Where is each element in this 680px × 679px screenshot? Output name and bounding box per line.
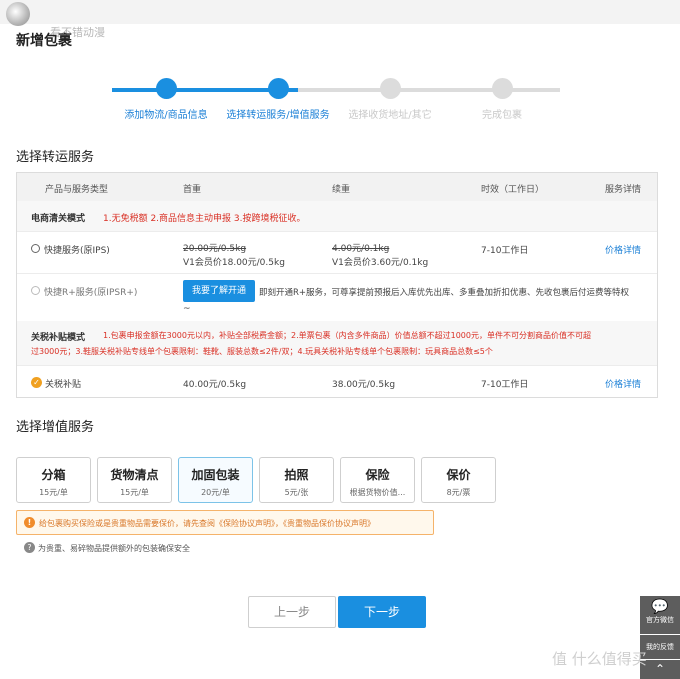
price-detail-link-tariff[interactable]: 价格详情 bbox=[605, 377, 641, 390]
checked-icon[interactable]: ✓ bbox=[31, 377, 42, 388]
service-name-tariff: 关税补贴 bbox=[45, 380, 82, 390]
time-tariff: 7-10工作日 bbox=[481, 380, 529, 390]
step-progress: 添加物流/商品信息 选择转运服务/增值服务 选择收货地址/其它 完成包裹 bbox=[112, 76, 560, 121]
card-price: 15元/单 bbox=[39, 488, 68, 497]
card-name: 拍照 bbox=[284, 468, 309, 482]
card-name: 保价 bbox=[446, 468, 471, 482]
top-bar bbox=[0, 0, 680, 24]
step-1-dot bbox=[156, 78, 177, 99]
mode-tariff-desc-2: 过3000元；3.鞋服关税补贴专线单个包裹限制：鞋靴、服装总数≤2件/双；4.玩… bbox=[31, 347, 493, 356]
question-icon: ? bbox=[24, 542, 35, 553]
card-price: 5元/张 bbox=[284, 488, 309, 497]
cont-price-ips: 4.00元/0.1kg bbox=[332, 244, 390, 254]
mode-ecommerce-name: 电商清关模式 bbox=[31, 214, 86, 224]
mode-ecommerce: 电商清关模式 1.无免税额 2.商品信息主动申报 3.按跨境税征收。 bbox=[17, 201, 657, 231]
warning-icon: ! bbox=[24, 517, 35, 528]
col-header-first: 首重 bbox=[183, 185, 202, 195]
step-4-dot bbox=[492, 78, 513, 99]
step-4-label: 完成包裹 bbox=[482, 110, 522, 121]
site-watermark: 值 什么值得买 bbox=[552, 650, 647, 668]
card-price: 20元/单 bbox=[201, 488, 230, 497]
service-name-ips: 快捷服务(原IPS) bbox=[44, 246, 110, 256]
service-row-ips[interactable]: 快捷服务(原IPS) 20.00元/0.5kg V1会员价18.00元/0.5k… bbox=[17, 231, 657, 273]
mode-tariff-desc-1: 1.包裹申报金额在3000元以内，补贴全部税费金额；2.单票包裹（内含多件商品）… bbox=[103, 331, 591, 340]
mode-tariff: 关税补贴模式 1.包裹申报金额在3000元以内，补贴全部税费金额；2.单票包裹（… bbox=[17, 321, 657, 365]
mode-tariff-name: 关税补贴模式 bbox=[31, 333, 86, 343]
card-count-goods[interactable]: 货物清点 15元/单 bbox=[97, 457, 172, 503]
cont-price-tariff: 38.00元/0.5kg bbox=[332, 380, 396, 390]
transport-table: 产品与服务类型 首重 续重 时效（工作日） 服务详情 电商清关模式 1.无免税额… bbox=[16, 172, 658, 398]
col-header-cont: 续重 bbox=[332, 185, 351, 195]
card-price: 15元/单 bbox=[120, 488, 149, 497]
card-value-protect[interactable]: 保价 8元/票 bbox=[421, 457, 496, 503]
transport-section-title: 选择转运服务 bbox=[16, 150, 95, 165]
step-line-done bbox=[112, 88, 278, 92]
page-title: 新增包裹 bbox=[16, 33, 72, 49]
card-insurance[interactable]: 保险 根据货物价值... bbox=[340, 457, 415, 503]
insurance-notice: ! 给包裹购买保险或是贵重物品需要保价，请先查阅《保险协议声明》，《贵重物品保价… bbox=[16, 510, 434, 535]
col-header-type: 产品与服务类型 bbox=[45, 185, 109, 195]
service-row-tariff[interactable]: ✓ 关税补贴 40.00元/0.5kg 38.00元/0.5kg 7-10工作日… bbox=[17, 365, 657, 398]
step-2-dot bbox=[268, 78, 289, 99]
table-header: 产品与服务类型 首重 续重 时效（工作日） 服务详情 bbox=[17, 173, 657, 201]
card-photo[interactable]: 拍照 5元/张 bbox=[259, 457, 334, 503]
card-name: 货物清点 bbox=[110, 468, 159, 482]
learn-open-button[interactable]: 我要了解开通 bbox=[183, 280, 255, 302]
time-ips: 7-10工作日 bbox=[481, 246, 529, 256]
first-price-tariff: 40.00元/0.5kg bbox=[183, 380, 247, 390]
col-header-detail: 服务详情 bbox=[605, 185, 642, 195]
card-price: 8元/票 bbox=[446, 488, 471, 497]
value-added-section-title: 选择增值服务 bbox=[16, 420, 95, 435]
cont-vip-ips: V1会员价3.60元/0.1kg bbox=[332, 258, 429, 268]
service-name-ipsr: 快捷R+服务(原IPSR+) bbox=[44, 288, 138, 298]
site-logo-icon bbox=[6, 2, 30, 26]
step-3-dot bbox=[380, 78, 401, 99]
wechat-icon: 💬 bbox=[651, 599, 669, 615]
first-vip-ips: V1会员价18.00元/0.5kg bbox=[183, 258, 285, 268]
side-wechat-label: 官方微信 bbox=[646, 616, 674, 624]
card-price: 根据货物价值... bbox=[349, 488, 406, 497]
price-detail-link-ips[interactable]: 价格详情 bbox=[605, 243, 641, 256]
first-price-ips: 20.00元/0.5kg bbox=[183, 244, 247, 254]
radio-ips[interactable] bbox=[31, 244, 40, 253]
radio-ipsr[interactable] bbox=[31, 286, 40, 295]
card-split-box[interactable]: 分箱 15元/单 bbox=[16, 457, 91, 503]
service-row-ipsr: 快捷R+服务(原IPSR+) 我要了解开通 即刻开通R+服务，可尊享提前预报后入… bbox=[17, 273, 657, 321]
tip-text: 为贵重、易碎物品提供额外的包装确保安全 bbox=[38, 544, 190, 553]
mode-ecommerce-desc: 1.无免税额 2.商品信息主动申报 3.按跨境税征收。 bbox=[103, 214, 306, 224]
card-name: 加固包装 bbox=[191, 468, 240, 482]
card-name: 分箱 bbox=[41, 468, 66, 482]
step-line-pending bbox=[298, 88, 560, 92]
prev-step-button[interactable]: 上一步 bbox=[248, 596, 336, 628]
notice-text[interactable]: 给包裹购买保险或是贵重物品需要保价，请先查阅《保险协议声明》，《贵重物品保价协议… bbox=[39, 518, 375, 529]
next-step-button[interactable]: 下一步 bbox=[338, 596, 426, 628]
ipsr-desc-tail: ~ bbox=[183, 304, 191, 314]
card-reinforce-pack[interactable]: 加固包装 20元/单 bbox=[178, 457, 253, 503]
col-header-time: 时效（工作日） bbox=[481, 185, 545, 195]
side-wechat[interactable]: 💬 官方微信 bbox=[640, 596, 680, 634]
ipsr-desc: 即刻开通R+服务，可尊享提前预报后入库优先出库、多重叠加折扣优惠、先收包裹后付运… bbox=[259, 288, 630, 298]
card-name: 保险 bbox=[365, 468, 390, 482]
